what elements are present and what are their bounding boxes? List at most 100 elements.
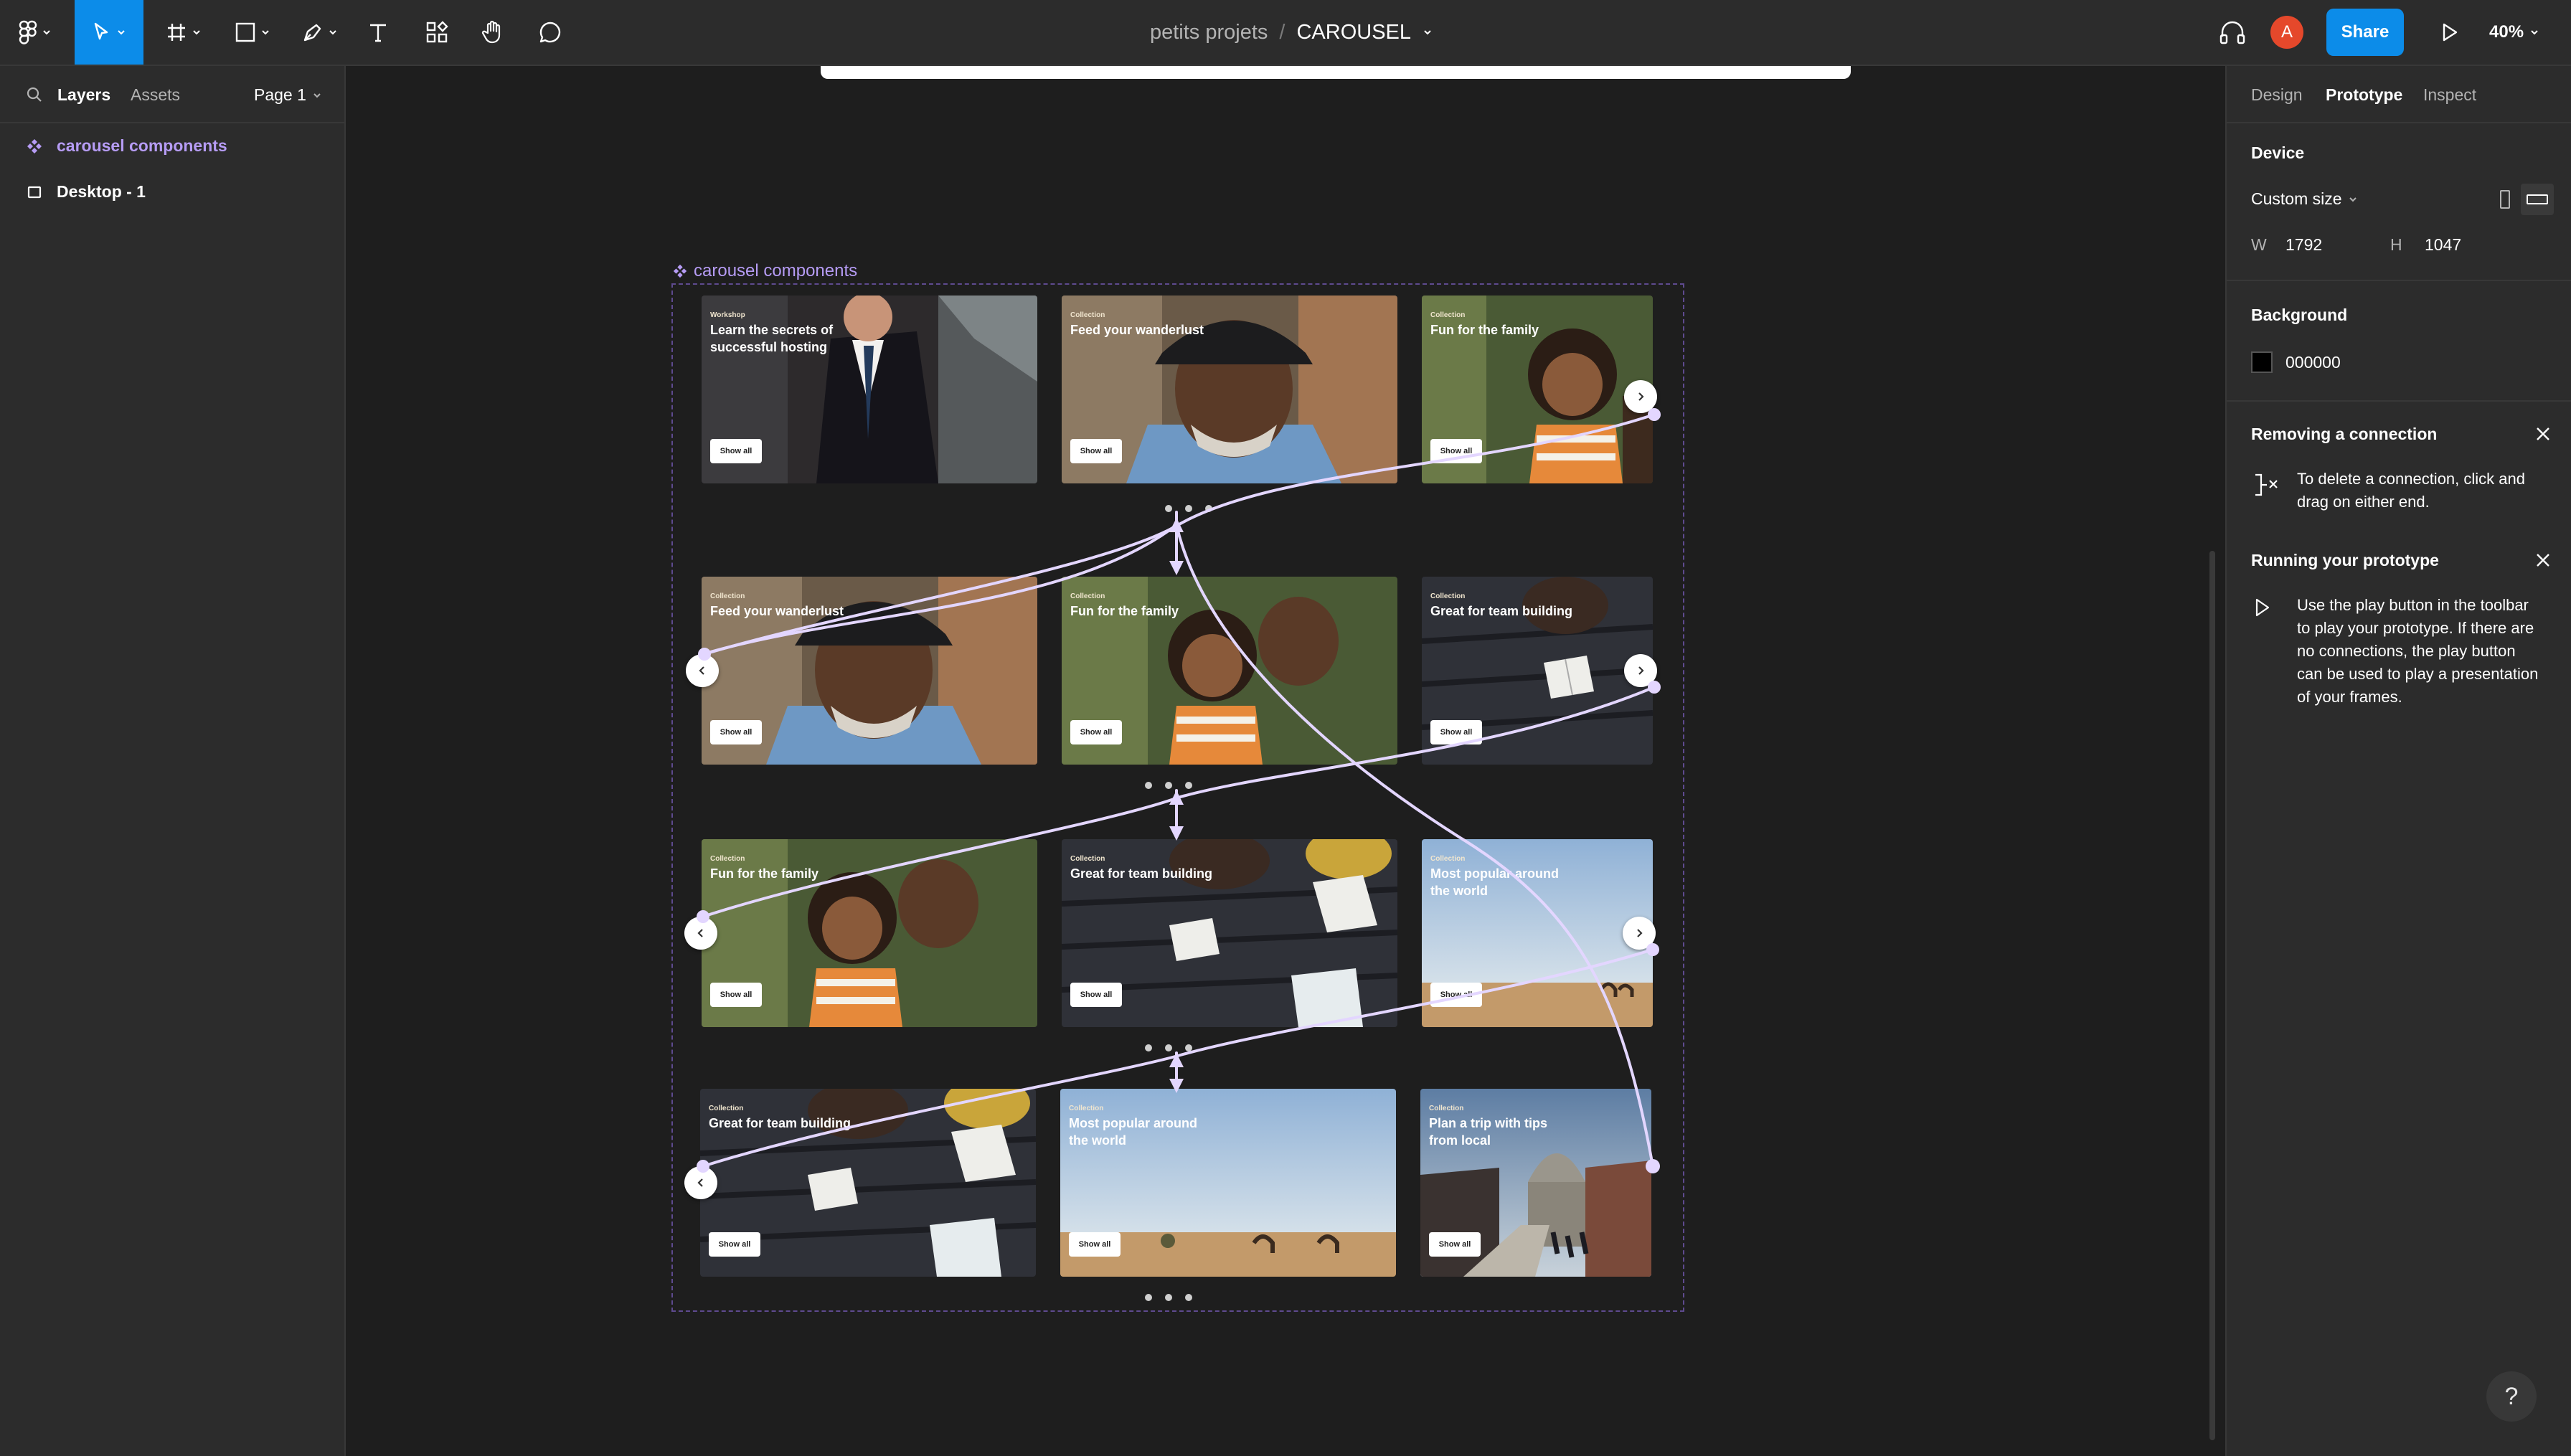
carousel-card[interactable]: Collection Great for team building Show … [1422, 577, 1653, 765]
carousel-next-button[interactable] [1623, 917, 1656, 950]
show-all-button[interactable]: Show all [1430, 439, 1482, 463]
show-all-button[interactable]: Show all [1429, 1232, 1481, 1257]
figma-logo-icon [19, 20, 37, 44]
show-all-button[interactable]: Show all [709, 1232, 760, 1257]
headphones-icon [2219, 21, 2245, 44]
page-selector[interactable]: Page 1 [254, 85, 322, 105]
show-all-button[interactable]: Show all [710, 439, 762, 463]
help-button[interactable]: ? [2486, 1371, 2537, 1422]
card-category: Collection [1430, 592, 1466, 600]
carousel-card[interactable]: Collection Feed your wanderlust Show all [702, 577, 1037, 765]
show-all-button[interactable]: Show all [1070, 439, 1122, 463]
device-size-dropdown[interactable]: Custom size [2251, 189, 2358, 209]
removing-connection-tip: Removing a connection To delete a connec… [2227, 402, 2571, 528]
play-icon [2255, 598, 2270, 617]
show-all-button[interactable]: Show all [710, 983, 762, 1007]
comment-tool-button[interactable] [531, 0, 570, 65]
text-tool-button[interactable] [359, 0, 397, 65]
file-title[interactable]: petits projets / CAROUSEL [1076, 0, 1506, 65]
card-category: Collection [709, 1105, 744, 1112]
tab-design[interactable]: Design [2251, 85, 2303, 105]
move-tool-button[interactable] [75, 0, 143, 65]
carousel-card[interactable]: Collection Great for team building Show … [1062, 839, 1397, 1027]
carousel-card[interactable]: Collection Fun for the family Show all [702, 839, 1037, 1027]
resources-button[interactable] [418, 0, 456, 65]
canvas[interactable]: carousel components Workshop Learn the s… [346, 66, 2225, 1456]
show-all-button[interactable]: Show all [1070, 720, 1122, 744]
right-panel: Design Prototype Inspect Device Custom s… [2225, 66, 2571, 1456]
background-color-value[interactable]: 000000 [2285, 353, 2341, 372]
card-title: Plan a trip with tips from local [1429, 1116, 1548, 1148]
carousel-card[interactable]: Collection Fun for the family Show all [1062, 577, 1397, 765]
carousel-card[interactable]: Collection Plan a trip with tips from lo… [1420, 1089, 1651, 1277]
frame-tool-button[interactable] [159, 0, 208, 65]
carousel-pagination-dots[interactable] [1145, 1044, 1192, 1051]
layer-item-carousel-components[interactable]: carousel components [0, 125, 344, 168]
carousel-pagination-dots[interactable] [1145, 1294, 1192, 1301]
tip-heading: Running your prototype [2251, 551, 2439, 569]
width-field[interactable]: 1792 [2285, 235, 2322, 255]
landscape-orientation-button[interactable] [2521, 184, 2554, 215]
zoom-control[interactable]: 40% [2489, 0, 2539, 65]
show-all-button[interactable]: Show all [1430, 983, 1482, 1007]
frame-icon [27, 186, 42, 199]
project-name[interactable]: petits projets [1150, 21, 1268, 44]
chevron-down-icon[interactable] [1423, 27, 1433, 37]
carousel-card[interactable]: Workshop Learn the secrets of successful… [702, 296, 1037, 483]
card-title: Feed your wanderlust [710, 604, 844, 618]
carousel-prev-button[interactable] [684, 917, 717, 950]
chevron-down-icon [329, 30, 336, 35]
tab-layers[interactable]: Layers [57, 85, 110, 105]
show-all-button[interactable]: Show all [1070, 983, 1122, 1007]
share-button[interactable]: Share [2326, 9, 2404, 56]
card-category: Collection [1430, 855, 1466, 863]
show-all-button[interactable]: Show all [1069, 1232, 1121, 1257]
carousel-next-button[interactable] [1624, 380, 1657, 413]
layers-panel-tabs: Layers Assets Page 1 [0, 66, 344, 123]
running-prototype-tip: Running your prototype Use the play butt… [2227, 528, 2571, 714]
shape-tool-button[interactable] [228, 0, 277, 65]
close-icon[interactable] [2534, 425, 2552, 443]
carousel-prev-button[interactable] [686, 654, 719, 687]
section-heading: Background [2251, 306, 2348, 324]
pen-tool-button[interactable] [296, 0, 344, 65]
carousel-card[interactable]: Collection Fun for the family Show all [1422, 296, 1653, 483]
close-icon[interactable] [2534, 551, 2552, 569]
carousel-prev-button[interactable] [684, 1166, 717, 1199]
hand-tool-button[interactable] [473, 0, 512, 65]
path-separator: / [1279, 20, 1286, 44]
audio-button[interactable] [2214, 0, 2251, 65]
portrait-orientation-icon[interactable] [2496, 188, 2514, 211]
card-title: Most popular around the world [1430, 866, 1559, 898]
carousel-card[interactable]: Collection Feed your wanderlust Show all [1062, 296, 1397, 483]
carousel-card[interactable]: Collection Most popular around the world… [1060, 1089, 1396, 1277]
carousel-card[interactable]: Collection Most popular around the world… [1422, 839, 1653, 1027]
background-color-swatch[interactable] [2251, 351, 2273, 373]
file-name[interactable]: CAROUSEL [1296, 21, 1411, 44]
carousel-pagination-dots[interactable] [1165, 505, 1212, 512]
tip-text: Use the play button in the toolbar to pl… [2297, 596, 2539, 706]
page-name: Page 1 [254, 85, 306, 104]
desktop-frame-edge[interactable] [821, 66, 1851, 79]
tab-assets[interactable]: Assets [131, 85, 180, 105]
component-frame-label[interactable]: carousel components [672, 261, 857, 281]
canvas-scrollbar[interactable] [2209, 551, 2215, 1440]
carousel-card[interactable]: Collection Great for team building Show … [700, 1089, 1036, 1277]
height-field[interactable]: 1047 [2425, 235, 2461, 255]
card-title: Fun for the family [1070, 604, 1179, 618]
search-icon[interactable] [26, 86, 43, 103]
carousel-next-button[interactable] [1624, 654, 1657, 687]
tab-inspect[interactable]: Inspect [2423, 85, 2476, 105]
chevron-down-icon [118, 30, 125, 35]
avatar[interactable]: A [2270, 16, 2303, 49]
layer-item-desktop-1[interactable]: Desktop - 1 [0, 171, 344, 214]
show-all-button[interactable]: Show all [710, 720, 762, 744]
card-category: Collection [1429, 1105, 1464, 1112]
show-all-button[interactable]: Show all [1430, 720, 1482, 744]
device-section: Device Custom size W 1792 H 1047 [2227, 125, 2571, 281]
carousel-pagination-dots[interactable] [1145, 782, 1192, 789]
main-menu-button[interactable] [0, 0, 70, 65]
cursor-icon [94, 22, 108, 40]
present-button[interactable] [2430, 0, 2469, 65]
tab-prototype[interactable]: Prototype [2326, 85, 2402, 105]
